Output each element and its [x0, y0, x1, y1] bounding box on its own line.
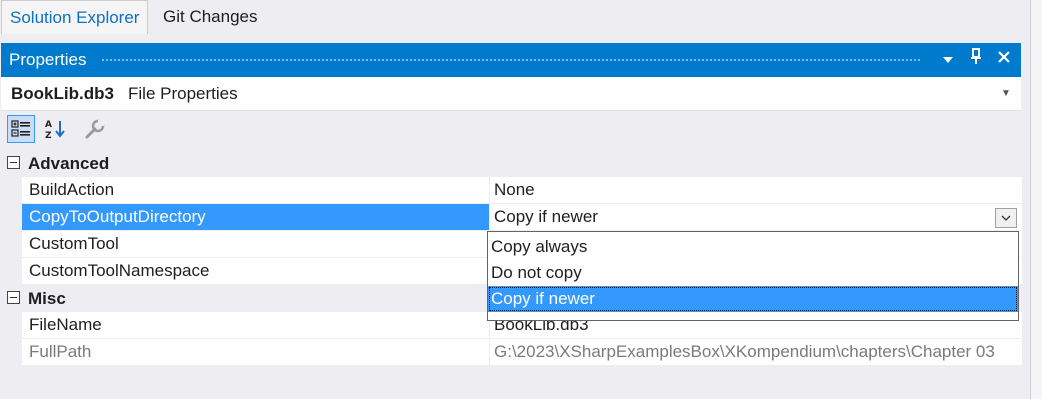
title-grip [101, 58, 921, 63]
property-value-text: None [494, 180, 535, 199]
window-right-edge [1030, 0, 1042, 399]
object-name: BookLib.db3 [11, 84, 114, 103]
property-value[interactable]: None [489, 177, 1022, 204]
row-gutter [1, 258, 22, 285]
property-name-text: BuildAction [29, 180, 115, 199]
property-row-buildaction[interactable]: BuildAction None [1, 177, 1022, 204]
property-value-combobox[interactable]: Copy if newer [489, 204, 1022, 231]
collapse-icon[interactable] [7, 156, 20, 169]
dropdown-option-do-not-copy[interactable]: Do not copy [488, 260, 1018, 286]
svg-text:A: A [45, 120, 52, 130]
property-value[interactable]: G:\2023\XSharpExamplesBox\XKompendium\ch… [489, 339, 1022, 366]
property-name[interactable]: FullPath [22, 339, 489, 366]
collapse-icon[interactable] [7, 291, 20, 304]
property-name-text: CustomToolNamespace [29, 261, 210, 280]
option-label: Copy always [491, 237, 588, 256]
property-value-text: Copy if newer [494, 207, 598, 226]
property-name[interactable]: CustomTool [22, 231, 489, 258]
property-name[interactable]: CopyToOutputDirectory [22, 204, 489, 231]
panel-title: Properties [9, 50, 87, 69]
dropdown-option-copy-always[interactable]: Copy always [488, 234, 1018, 260]
option-label: Copy if newer [491, 289, 595, 308]
category-label: Advanced [28, 154, 110, 173]
object-selector-dropdown-icon[interactable]: ▼ [1001, 77, 1011, 110]
close-icon[interactable] [991, 43, 1017, 77]
property-name[interactable]: CustomToolNamespace [22, 258, 489, 285]
property-name-text: FileName [29, 315, 102, 334]
grid-empty-area [1, 367, 1021, 399]
tab-solution-explorer[interactable]: Solution Explorer [1, 0, 149, 34]
property-pages-wrench-icon[interactable] [81, 115, 109, 143]
property-name-text: CopyToOutputDirectory [29, 207, 206, 226]
property-name-text: FullPath [29, 342, 92, 361]
property-row-fullpath[interactable]: FullPath G:\2023\XSharpExamplesBox\XKomp… [1, 339, 1022, 366]
pin-icon[interactable] [963, 43, 989, 77]
property-name-text: CustomTool [29, 234, 119, 253]
category-label: Misc [28, 289, 66, 308]
categorized-icon[interactable] [7, 115, 35, 143]
row-gutter [1, 231, 22, 258]
object-kind: File Properties [128, 84, 238, 103]
property-name[interactable]: BuildAction [22, 177, 489, 204]
category-advanced[interactable]: Advanced [1, 150, 1021, 177]
row-gutter [1, 339, 22, 366]
chevron-down-icon[interactable] [995, 208, 1017, 228]
property-row-copytooutputdirectory[interactable]: CopyToOutputDirectory Copy if newer [1, 204, 1022, 231]
tab-git-changes[interactable]: Git Changes [155, 0, 266, 33]
row-gutter [1, 177, 22, 204]
alphabetical-sort-icon[interactable]: A Z [41, 115, 69, 143]
window-position-dropdown-icon[interactable] [935, 43, 961, 77]
properties-toolbar: A Z [1, 111, 1021, 150]
property-name[interactable]: FileName [22, 312, 489, 339]
row-gutter [1, 312, 22, 339]
property-value-text: G:\2023\XSharpExamplesBox\XKompendium\ch… [494, 342, 995, 361]
object-selector[interactable]: BookLib.db3 File Properties ▼ [1, 77, 1021, 111]
row-gutter [1, 204, 22, 231]
svg-text:Z: Z [45, 131, 52, 140]
properties-title-bar[interactable]: Properties [1, 43, 1021, 77]
copy-option-dropdown-list[interactable]: Copy always Do not copy Copy if newer [487, 231, 1019, 321]
option-label: Do not copy [491, 263, 582, 282]
dropdown-option-copy-if-newer[interactable]: Copy if newer [488, 286, 1018, 312]
